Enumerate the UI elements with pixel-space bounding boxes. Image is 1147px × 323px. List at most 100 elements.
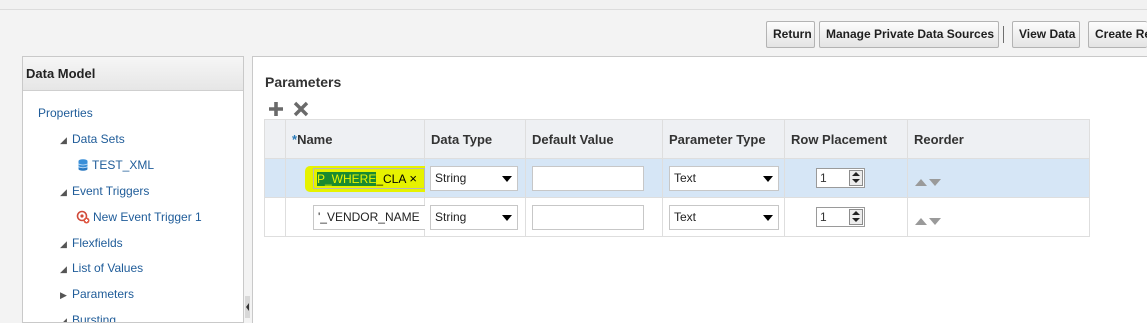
tree-item-properties[interactable]: Properties	[38, 104, 93, 122]
data-type-cell[interactable]: String	[424, 197, 526, 237]
column-header-default-value[interactable]: Default Value	[525, 119, 663, 159]
column-header-parameter-type[interactable]: Parameter Type	[662, 119, 785, 159]
row-placement-cell[interactable]: 1	[784, 197, 908, 237]
column-header-reorder[interactable]: Reorder	[907, 119, 1090, 159]
tree-item-label[interactable]: Properties	[38, 106, 93, 120]
manage-private-data-sources-button[interactable]: Manage Private Data Sources	[819, 21, 999, 48]
tree-item-bursting[interactable]: ◢ Bursting	[60, 311, 116, 322]
tree-item-parameters[interactable]: ▶ Parameters	[60, 285, 134, 303]
clear-icon[interactable]: ×	[409, 171, 417, 186]
event-trigger-icon	[76, 210, 90, 224]
close-icon[interactable]	[292, 100, 310, 118]
table-row[interactable]: '_VENDOR_NAME String Text 1	[264, 197, 1090, 237]
column-header-label: Default Value	[532, 131, 614, 147]
tree-item-label[interactable]: TEST_XML	[92, 158, 154, 172]
database-icon	[78, 159, 88, 171]
column-header-label: Name	[297, 131, 333, 147]
column-header-label: Reorder	[914, 131, 964, 147]
table-row[interactable]: P_WHERE_CLA × String Text 1	[264, 158, 1090, 198]
stepper-down-icon[interactable]	[852, 218, 860, 222]
selected-text: P_WHERE	[317, 172, 377, 186]
chevron-down-icon[interactable]	[502, 176, 512, 182]
plus-icon[interactable]	[267, 100, 285, 118]
chevron-down-icon[interactable]	[502, 215, 512, 221]
column-header-data-type[interactable]: Data Type	[424, 119, 526, 159]
default-value-input[interactable]	[532, 205, 644, 230]
data-type-cell[interactable]: String	[424, 158, 526, 198]
data-type-select[interactable]: String	[430, 205, 518, 230]
parameter-type-cell[interactable]: Text	[662, 158, 785, 198]
tree-item-label[interactable]: Bursting	[72, 313, 116, 322]
move-down-icon[interactable]	[929, 179, 941, 186]
parameter-type-value: Text	[674, 210, 697, 224]
table-header-row: *Name Data Type Default Value Parameter …	[264, 119, 1090, 159]
reorder-cell	[907, 158, 1090, 198]
move-down-icon[interactable]	[929, 218, 941, 225]
expanded-triangle-icon[interactable]: ◢	[60, 312, 72, 322]
row-placement-stepper[interactable]: 1	[816, 207, 865, 227]
parameter-type-value: Text	[674, 171, 697, 185]
tree-item-label[interactable]: Parameters	[72, 287, 134, 301]
data-type-value: String	[435, 210, 467, 224]
chevron-down-icon[interactable]	[763, 215, 773, 221]
stepper-buttons[interactable]	[849, 170, 863, 186]
tree-item-label[interactable]: New Event Trigger 1	[93, 210, 202, 224]
row-placement-cell[interactable]: 1	[784, 158, 908, 198]
tree-item-label[interactable]: List of Values	[72, 261, 143, 275]
panel-splitter[interactable]	[244, 56, 252, 323]
name-cell[interactable]: P_WHERE_CLA ×	[285, 158, 453, 198]
name-input[interactable]: P_WHERE_CLA ×	[313, 168, 425, 189]
data-model-header: Data Model	[23, 57, 243, 91]
tree-item-test-xml[interactable]: TEST_XML	[78, 156, 154, 174]
parameters-table: *Name Data Type Default Value Parameter …	[264, 119, 1090, 237]
view-data-button[interactable]: View Data	[1012, 21, 1080, 48]
row-placement-stepper[interactable]: 1	[816, 168, 865, 188]
name-cell[interactable]: '_VENDOR_NAME	[285, 197, 427, 237]
data-type-select[interactable]: String	[430, 166, 518, 191]
row-placement-value: 1	[820, 210, 827, 224]
toolbar-separator	[1003, 26, 1004, 43]
tree-item-label[interactable]: Flexfields	[72, 236, 123, 250]
tree-item-flexfields[interactable]: ◢ Flexfields	[60, 234, 123, 252]
stepper-buttons[interactable]	[849, 209, 863, 225]
expanded-triangle-icon[interactable]: ◢	[60, 260, 72, 278]
expanded-triangle-icon[interactable]: ◢	[60, 131, 72, 149]
name-input[interactable]: '_VENDOR_NAME	[313, 205, 427, 230]
top-band	[0, 0, 1147, 10]
collapsed-triangle-icon[interactable]: ▶	[60, 286, 72, 304]
row-selector[interactable]	[264, 158, 286, 198]
name-value: '_VENDOR_NAME	[318, 210, 420, 224]
stepper-up-icon[interactable]	[852, 211, 860, 215]
default-value-cell[interactable]	[525, 158, 663, 198]
row-selector-header	[264, 119, 286, 159]
move-up-icon[interactable]	[915, 179, 927, 186]
tree-item-new-event-trigger[interactable]: New Event Trigger 1	[76, 208, 202, 226]
default-value-cell[interactable]	[525, 197, 663, 237]
default-value-input[interactable]	[532, 166, 644, 191]
chevron-down-icon[interactable]	[763, 176, 773, 182]
tree-item-label[interactable]: Data Sets	[72, 132, 125, 146]
tree-item-data-sets[interactable]: ◢ Data Sets	[60, 130, 125, 148]
parameter-type-cell[interactable]: Text	[662, 197, 785, 237]
expanded-triangle-icon[interactable]: ◢	[60, 235, 72, 253]
collapse-handle-icon[interactable]	[245, 296, 250, 318]
data-model-panel: Data Model Properties ◢ Data Sets TEST_XM…	[22, 56, 244, 323]
data-type-value: String	[435, 171, 467, 185]
return-button[interactable]: Return	[766, 21, 815, 48]
stepper-down-icon[interactable]	[852, 179, 860, 183]
tree-item-event-triggers[interactable]: ◢ Event Triggers	[60, 182, 149, 200]
move-up-icon[interactable]	[915, 218, 927, 225]
column-header-label: Row Placement	[791, 131, 888, 147]
row-selector[interactable]	[264, 197, 286, 237]
column-header-row-placement[interactable]: Row Placement	[784, 119, 908, 159]
tree-item-list-of-values[interactable]: ◢ List of Values	[60, 259, 143, 277]
stepper-up-icon[interactable]	[852, 172, 860, 176]
expanded-triangle-icon[interactable]: ◢	[60, 183, 72, 201]
column-header-name[interactable]: *Name	[285, 119, 425, 159]
tree-item-label[interactable]: Event Triggers	[72, 184, 149, 198]
row-placement-value: 1	[820, 171, 827, 185]
create-report-button[interactable]: Create Re	[1088, 21, 1147, 48]
column-header-label: Parameter Type	[669, 131, 766, 147]
parameter-type-select[interactable]: Text	[669, 205, 779, 230]
parameter-type-select[interactable]: Text	[669, 166, 779, 191]
